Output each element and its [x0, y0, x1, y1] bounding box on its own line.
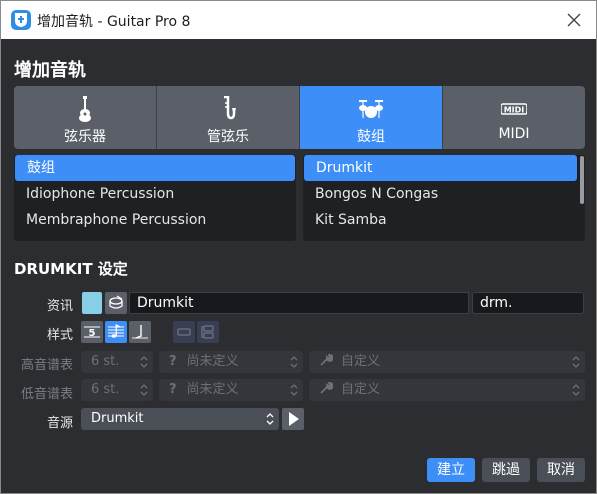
- bass-staff-label: 低音谱表: [20, 387, 73, 402]
- bass-strings-value: 6 st.: [91, 382, 120, 397]
- chevron-updown-icon: [140, 356, 148, 368]
- instrument-category-tabs: 弦乐器 管弦乐 鼓组 MIDI MIDI: [14, 86, 585, 149]
- sound-value: Drumkit: [91, 411, 144, 426]
- grand-staff-icon[interactable]: [197, 321, 219, 343]
- sound-label: 音源: [46, 416, 73, 431]
- short-name-input[interactable]: drm.: [472, 292, 584, 314]
- svg-text:MIDI: MIDI: [504, 106, 525, 115]
- dialog-heading: 增加音轨: [14, 60, 86, 81]
- drum-kit-icon: [358, 96, 384, 122]
- tab-drums-label: 鼓组: [357, 129, 385, 145]
- sound-select[interactable]: Drumkit: [81, 408, 279, 430]
- add-track-dialog: 增加音轨 - Guitar Pro 8 增加音轨 弦乐器 管弦乐 鼓组 MIDI…: [0, 0, 597, 494]
- create-button[interactable]: 建立: [427, 458, 475, 482]
- guitar-icon: [72, 96, 98, 122]
- treble-custom-value: 自定义: [341, 354, 381, 369]
- chevron-updown-icon: [290, 356, 298, 368]
- tablature-icon[interactable]: 5: [81, 321, 103, 343]
- chevron-updown-icon: [266, 413, 274, 425]
- title-bar: 增加音轨 - Guitar Pro 8: [1, 1, 596, 39]
- list-item[interactable]: 鼓组: [15, 155, 295, 181]
- chevron-updown-icon: [140, 384, 148, 396]
- instrument-list-scrollbar[interactable]: [580, 156, 584, 204]
- bass-strings-select[interactable]: 6 st.: [81, 379, 153, 401]
- instrument-group-list: 鼓组 Idiophone Percussion Membraphone Perc…: [14, 155, 296, 241]
- tab-orchestral-label: 管弦乐: [207, 129, 249, 145]
- chevron-updown-icon: [290, 384, 298, 396]
- bass-tuning-select[interactable]: ? 尚未定义: [159, 379, 303, 401]
- wrench-icon: [320, 382, 334, 394]
- chevron-updown-icon: [572, 356, 580, 368]
- list-item[interactable]: Drumkit: [304, 155, 577, 181]
- question-icon: ?: [169, 382, 177, 397]
- cancel-button[interactable]: 取消: [537, 458, 585, 482]
- midi-icon: MIDI: [501, 96, 527, 122]
- treble-tuning-select[interactable]: ? 尚未定义: [159, 351, 303, 373]
- chevron-updown-icon: [572, 384, 580, 396]
- treble-tuning-value: 尚未定义: [186, 354, 239, 369]
- treble-custom-select[interactable]: 自定义: [309, 351, 585, 373]
- list-item[interactable]: Kit Samba: [303, 207, 585, 233]
- list-item[interactable]: Bongos N Congas: [303, 181, 585, 207]
- info-label: 资讯: [46, 299, 73, 314]
- treble-strings-select[interactable]: 6 st.: [81, 351, 153, 373]
- wrench-icon: [320, 354, 334, 366]
- svg-text:5: 5: [89, 328, 96, 339]
- treble-strings-value: 6 st.: [91, 354, 120, 369]
- list-item[interactable]: Idiophone Percussion: [14, 181, 296, 207]
- question-icon: ?: [169, 354, 177, 369]
- tab-orchestral[interactable]: 管弦乐: [157, 86, 300, 149]
- bass-custom-select[interactable]: 自定义: [309, 379, 585, 401]
- slash-notation-icon[interactable]: [129, 321, 151, 343]
- skip-button[interactable]: 跳過: [482, 458, 530, 482]
- tab-strings[interactable]: 弦乐器: [14, 86, 157, 149]
- list-item[interactable]: Membraphone Percussion: [14, 207, 296, 233]
- guitar-pro-logo-icon: [11, 10, 31, 30]
- track-name-input[interactable]: Drumkit: [129, 292, 469, 314]
- close-icon[interactable]: [564, 10, 584, 30]
- settings-title: DRUMKIT 设定: [14, 260, 128, 278]
- drum-icon[interactable]: [105, 292, 127, 314]
- single-staff-icon[interactable]: [173, 321, 195, 343]
- instrument-list: Drumkit Bongos N Congas Kit Samba: [303, 155, 585, 241]
- tab-strings-label: 弦乐器: [64, 129, 106, 145]
- bass-tuning-value: 尚未定义: [186, 382, 239, 397]
- play-icon[interactable]: [282, 408, 304, 430]
- tab-midi[interactable]: MIDI MIDI: [443, 86, 585, 149]
- window-title: 增加音轨 - Guitar Pro 8: [37, 14, 191, 30]
- track-color-swatch[interactable]: [82, 292, 102, 314]
- saxophone-icon: [215, 96, 241, 122]
- tab-drums[interactable]: 鼓组: [300, 86, 443, 149]
- treble-staff-label: 高音谱表: [20, 358, 73, 373]
- style-label: 样式: [46, 328, 73, 343]
- bass-custom-value: 自定义: [341, 382, 381, 397]
- standard-notation-icon[interactable]: [105, 321, 127, 343]
- tab-midi-label: MIDI: [498, 126, 530, 142]
